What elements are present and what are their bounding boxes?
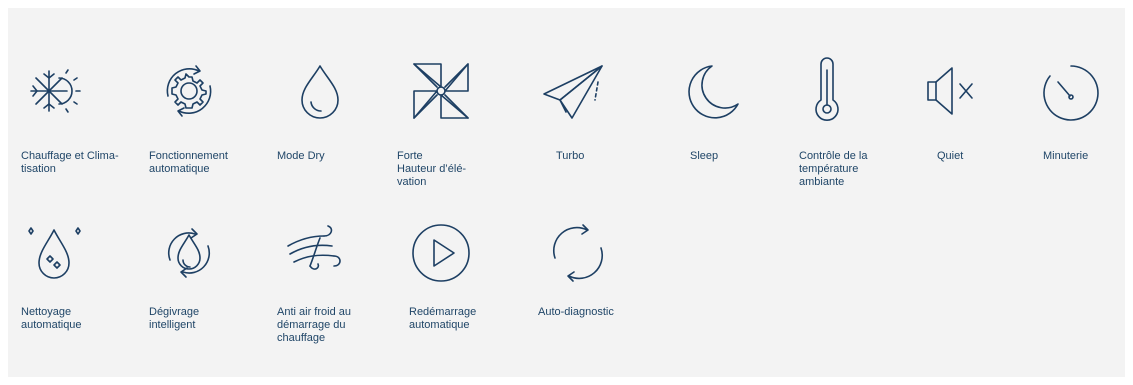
pinwheel-icon xyxy=(406,56,476,126)
gear-cycle-icon xyxy=(154,56,224,126)
paper-plane-icon xyxy=(538,56,608,126)
feature-label: Mode Dry xyxy=(277,150,325,162)
timer-icon xyxy=(1036,58,1106,128)
drop-cycle-icon xyxy=(154,218,224,288)
feature-label: Minuterie xyxy=(1043,150,1089,162)
features-panel: Chauffage et Clima- tisation Fonctionnem… xyxy=(8,8,1125,377)
play-circle-icon xyxy=(406,218,476,288)
feature-label: Chauffage et Clima- tisation xyxy=(21,150,119,175)
sparkle-drop-icon xyxy=(19,218,89,288)
feature-label: Dégivrage intelligent xyxy=(149,306,200,331)
feature-label: Sleep xyxy=(690,150,719,162)
feature-label: Quiet xyxy=(937,150,964,162)
feature-label: Nettoyage automatique xyxy=(21,306,82,331)
thermometer-icon xyxy=(792,56,862,126)
wind-icon xyxy=(280,216,350,286)
feature-label: Fonctionnement automatique xyxy=(149,150,228,175)
feature-label: Contrôle de la température ambiante xyxy=(799,150,868,188)
speaker-mute-icon xyxy=(922,56,992,126)
feature-label: Forte Hauteur d’élé- vation xyxy=(397,150,467,188)
moon-icon xyxy=(674,56,744,126)
feature-label: Anti air froid au démarrage du chauffage xyxy=(277,306,351,344)
refresh-cycle-icon xyxy=(543,218,613,288)
water-drop-icon xyxy=(285,56,355,126)
feature-label: Auto-diagnostic xyxy=(538,306,614,318)
feature-label: Redémarrage automatique xyxy=(409,306,477,331)
snowflake-sun-icon xyxy=(19,56,89,126)
feature-label: Turbo xyxy=(556,150,585,162)
